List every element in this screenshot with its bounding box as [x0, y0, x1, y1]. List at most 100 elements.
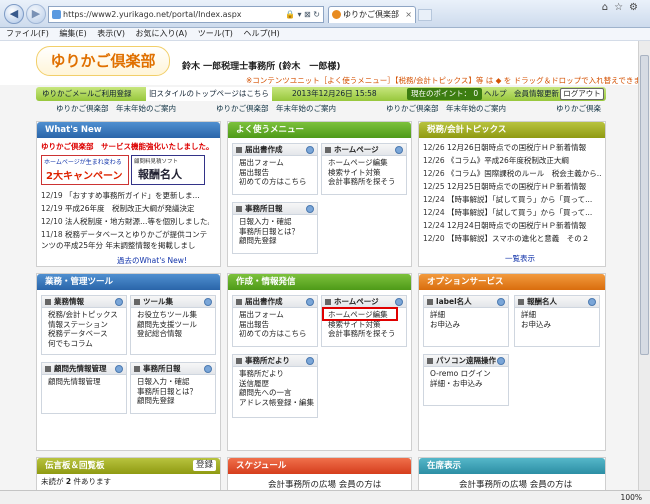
- biz-link[interactable]: 登記総合情報: [137, 329, 215, 339]
- cr-link[interactable]: 届出フォーム: [239, 310, 317, 320]
- cr-link[interactable]: アドレス帳登録・編集: [239, 398, 317, 408]
- menu-tools[interactable]: ツール(T): [198, 29, 233, 38]
- fav-link[interactable]: ホームページ編集: [328, 158, 406, 168]
- announcement-3[interactable]: ゆりかご倶楽部 年末年始のご案内: [386, 103, 506, 115]
- gear-icon[interactable]: [306, 298, 314, 306]
- forward-icon[interactable]: ▶: [26, 4, 46, 24]
- menu-help[interactable]: ヘルプ(H): [243, 29, 279, 38]
- gear-icon[interactable]: [588, 298, 596, 306]
- biz-link[interactable]: 情報ステーション: [48, 320, 126, 330]
- back-icon[interactable]: ◀: [4, 4, 24, 24]
- opt-link[interactable]: お申込み: [521, 320, 599, 330]
- cr-link[interactable]: 会計事務所を探そう: [328, 329, 406, 339]
- gear-icon[interactable]: [395, 146, 403, 154]
- whats-new-item[interactable]: 12/19 「おすすめ事務所ガイド」を更新しま...: [41, 190, 209, 201]
- houshu-banner[interactable]: 顧問料見積ソフト 報酬名人: [131, 155, 205, 185]
- opt-link[interactable]: 詳細: [430, 310, 508, 320]
- gear-icon[interactable]: [204, 365, 212, 373]
- gear-icon[interactable]: [306, 205, 314, 213]
- office-name: 鈴木 一郎税理士事務所 (鈴木 一郎様): [182, 62, 341, 72]
- cr-link[interactable]: 事務所だより: [239, 369, 317, 379]
- whats-new-item[interactable]: 12/19 平成26年度 税制改正大綱が発議決定: [41, 203, 209, 214]
- status-bar: 100%: [0, 490, 650, 504]
- gear-icon[interactable]: [497, 357, 505, 365]
- whats-new-item[interactable]: 11/18 税務データベースとゆりかごが提供コンテンツの平成25年分 年末調整情報…: [41, 229, 209, 253]
- whats-new-more[interactable]: 過去のWhat's New!: [117, 255, 187, 266]
- new-tab-button[interactable]: [418, 9, 432, 21]
- vertical-scrollbar[interactable]: [638, 41, 650, 490]
- gear-icon[interactable]: [115, 298, 123, 306]
- biz-link[interactable]: 顧問先支援ツール: [137, 320, 215, 330]
- topic-item[interactable]: 12/26 12月26日朝時点での国税庁ＨＰ新着情報: [423, 142, 601, 153]
- fav-link[interactable]: 日報入力・確認: [239, 217, 317, 227]
- cr-link[interactable]: 送信履歴: [239, 379, 317, 389]
- cr-link[interactable]: 顧問先への一言: [239, 388, 317, 398]
- bbs-register-button[interactable]: 登録: [192, 460, 216, 471]
- cr-link[interactable]: 届出報告: [239, 320, 317, 330]
- topic-item[interactable]: 12/25 12月25日朝時点での国税庁ＨＰ新着情報: [423, 181, 601, 192]
- menu-file[interactable]: ファイル(F): [6, 29, 49, 38]
- biz-link[interactable]: 顧問先登録: [137, 396, 215, 406]
- address-tools-icon[interactable]: 🔒 ▾ ⊠ ↻: [285, 7, 320, 22]
- menu-view[interactable]: 表示(V): [97, 29, 125, 38]
- old-top-link[interactable]: 旧スタイルのトップページはこちら: [146, 87, 272, 101]
- zoom-level[interactable]: 100%: [621, 491, 642, 504]
- gear-icon[interactable]: [306, 146, 314, 154]
- topic-item[interactable]: 12/24 12月24日朝時点での国税庁ＨＰ新着情報: [423, 220, 601, 231]
- fav-link[interactable]: 届出報告: [239, 168, 317, 178]
- fav-box-homepage: ホームページ ホームページ編集 検索サイト対策 会計事務所を探そう: [321, 143, 407, 195]
- opt-link[interactable]: O-remo ログイン: [430, 369, 508, 379]
- biz-link[interactable]: 税務データベース: [48, 329, 126, 339]
- fav-link[interactable]: 検索サイト対策: [328, 168, 406, 178]
- announcement-1[interactable]: ゆりかご倶楽部 年末年始のご案内: [56, 103, 176, 115]
- biz-link[interactable]: 顧問先情報管理: [48, 377, 126, 387]
- biz-box-nippou: 事務所日報 日報入力・確認 事務所日報とは？ 顧問先登録: [130, 362, 216, 414]
- logout-button[interactable]: ログアウト: [560, 88, 604, 100]
- gear-icon[interactable]: [306, 357, 314, 365]
- help-link[interactable]: ヘルプ: [484, 87, 507, 101]
- mail-link[interactable]: ゆりかごメール: [42, 87, 95, 101]
- campaign-banner[interactable]: ホームページが生まれ変わる 2大キャンペーン: [41, 155, 129, 185]
- gear-icon[interactable]: [204, 298, 212, 306]
- topic-item[interactable]: 12/26 《コラム》平成26年度税制改正大綱: [423, 155, 601, 166]
- browser-tab[interactable]: ゆりかご倶楽部 ×: [328, 6, 416, 23]
- fav-link[interactable]: 初めての方はこちら: [239, 177, 317, 187]
- announcement-4[interactable]: ゆりかご倶楽: [556, 103, 601, 115]
- topic-item[interactable]: 12/26 《コラム》国際課税のルール 税会主義から...: [423, 168, 601, 179]
- register-link[interactable]: ご利用登録: [94, 87, 132, 101]
- site-logo[interactable]: ゆりかご倶楽部: [36, 46, 170, 76]
- scroll-thumb[interactable]: [640, 55, 649, 355]
- topic-item[interactable]: 12/20 【時事解説】スマホの進化と意義 その２: [423, 233, 601, 244]
- topic-item[interactable]: 12/24 【時事解説】「試して買う」から「買って...: [423, 194, 601, 205]
- topics-more[interactable]: 一覧表示: [505, 253, 535, 264]
- announcement-2[interactable]: ゆりかご倶楽部 年末年始のご案内: [216, 103, 336, 115]
- fav-link[interactable]: 事務所日報とは？: [239, 227, 317, 237]
- biz-link[interactable]: 何でもコラム: [48, 339, 126, 349]
- gear-icon[interactable]: [497, 298, 505, 306]
- fav-link[interactable]: 届出フォーム: [239, 158, 317, 168]
- menu-edit[interactable]: 編集(E): [59, 29, 86, 38]
- whats-new-lead[interactable]: ゆりかご倶楽部 サービス機能強化いたしました。: [41, 141, 214, 152]
- close-tab-icon[interactable]: ×: [405, 7, 412, 23]
- gear-icon[interactable]: [395, 298, 403, 306]
- biz-link[interactable]: 税務/会計トピックス: [48, 310, 126, 320]
- address-bar[interactable]: https://www2.yurikago.net/portal/Index.a…: [48, 6, 324, 23]
- biz-box-info: 業務情報 税務/会計トピックス 情報ステーション 税務データベース 何でもコラム: [41, 295, 127, 355]
- fav-link[interactable]: 顧問先登録: [239, 236, 317, 246]
- browser-toolbar: ◀ ▶ https://www2.yurikago.net/portal/Ind…: [0, 0, 650, 28]
- biz-link[interactable]: お役立ちツール集: [137, 310, 215, 320]
- cr-link[interactable]: 初めての方はこちら: [239, 329, 317, 339]
- opt-link[interactable]: 詳細・お申込み: [430, 379, 508, 389]
- fav-link[interactable]: 会計事務所を探そう: [328, 177, 406, 187]
- opt-link[interactable]: 詳細: [521, 310, 599, 320]
- opt-link[interactable]: お申込み: [430, 320, 508, 330]
- member-update-link[interactable]: 会員情報更新: [514, 87, 559, 101]
- whats-new-item[interactable]: 12/10 法人税制度・地方財源…等を個別しました。: [41, 216, 209, 227]
- menu-favorites[interactable]: お気に入り(A): [136, 29, 188, 38]
- gear-icon[interactable]: [115, 365, 123, 373]
- window-controls[interactable]: ⌂☆⚙: [602, 2, 644, 13]
- whats-new-title: What's New: [37, 122, 220, 138]
- biz-link[interactable]: 日報入力・確認: [137, 377, 215, 387]
- biz-link[interactable]: 事務所日報とは？: [137, 387, 215, 397]
- topic-item[interactable]: 12/24 【時事解説】「試して買う」から「買って...: [423, 207, 601, 218]
